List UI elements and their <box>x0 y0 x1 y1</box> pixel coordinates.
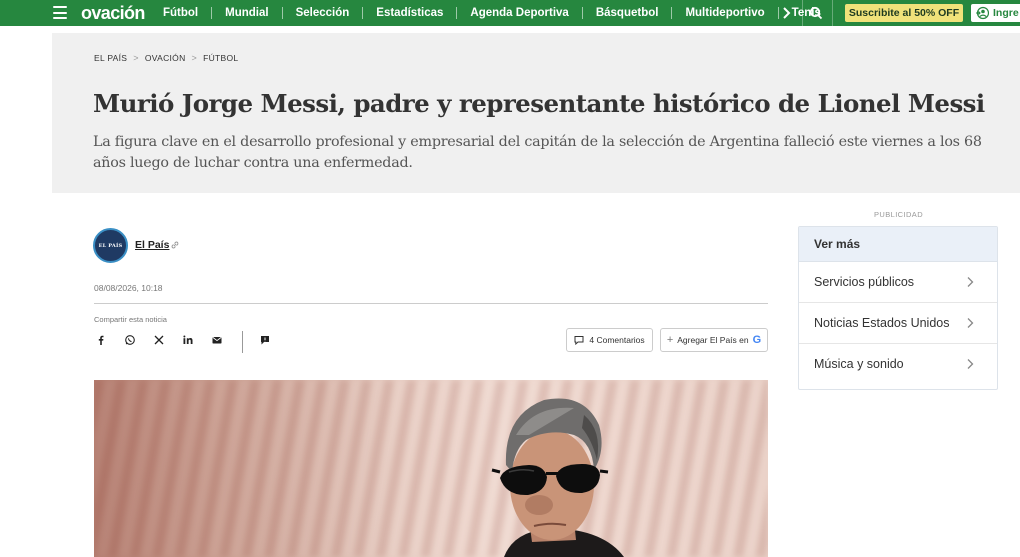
nav-divider <box>832 0 833 26</box>
chevron-right-icon <box>967 359 974 369</box>
jorge-messi-photo <box>491 398 624 557</box>
ver-mas-item-servicios[interactable]: Servicios públicos <box>799 262 997 303</box>
nav-link-basquetbol[interactable]: Básquetbol <box>583 0 672 26</box>
subscribe-button[interactable]: Suscribite al 50% OFF <box>845 4 963 22</box>
breadcrumb-separator: > <box>133 53 139 63</box>
avatar-text: EL PAÍS <box>98 242 123 249</box>
nav-link-agenda[interactable]: Agenda Deportiva <box>457 0 581 26</box>
ver-mas-item-musica[interactable]: Música y sonido <box>799 344 997 385</box>
author-name[interactable]: El País <box>135 239 169 251</box>
link-icon[interactable] <box>170 240 180 250</box>
article-subhead: La figura clave en el desarrollo profesi… <box>93 134 982 171</box>
plus-icon: + <box>666 334 674 346</box>
article-header: EL PAÍS > OVACIÓN > FÚTBOL Murió Jorge M… <box>52 33 1020 193</box>
ver-mas-title: Ver más <box>799 227 997 262</box>
nav-link-mundial[interactable]: Mundial <box>212 0 281 26</box>
chevron-right-icon <box>967 277 974 287</box>
top-navbar: ovación Fútbol Mundial Selección Estadís… <box>0 0 1020 26</box>
whatsapp-icon[interactable] <box>123 333 137 347</box>
ver-mas-item-label: Noticias Estados Unidos <box>814 316 950 330</box>
nav-link-seleccion[interactable]: Selección <box>283 0 363 26</box>
breadcrumb: EL PAÍS > OVACIÓN > FÚTBOL <box>94 53 238 63</box>
linkedin-icon[interactable] <box>181 333 195 347</box>
search-icon[interactable] <box>808 5 824 21</box>
article-timestamp: 08/08/2026, 10:18 <box>94 283 163 293</box>
breadcrumb-el-pais[interactable]: EL PAÍS <box>94 53 127 63</box>
menu-icon[interactable] <box>53 6 67 19</box>
nav-link-estadisticas[interactable]: Estadísticas <box>363 0 456 26</box>
ver-mas-item-label: Música y sonido <box>814 357 904 371</box>
nav-link-multideportivo[interactable]: Multideportivo <box>672 0 777 26</box>
author-avatar[interactable]: EL PAÍS <box>93 228 128 263</box>
share-label: Compartir esta noticia <box>94 315 167 324</box>
site-logo[interactable]: ovación <box>81 2 145 24</box>
comments-label: 4 Comentarios <box>589 335 645 345</box>
add-to-google-button[interactable]: + Agregar El País en G <box>660 328 768 352</box>
x-twitter-icon[interactable] <box>152 333 166 347</box>
article-headline: Murió Jorge Messi, padre y representante… <box>93 89 985 118</box>
facebook-icon[interactable] <box>94 333 108 347</box>
ad-label: PUBLICIDAD <box>874 210 924 219</box>
breadcrumb-separator: > <box>191 53 198 63</box>
email-icon[interactable] <box>210 333 224 347</box>
user-login-icon <box>976 6 989 20</box>
login-label: Ingre <box>993 7 1019 19</box>
divider <box>94 303 768 304</box>
breadcrumb-ovacion[interactable]: OVACIÓN <box>145 53 186 63</box>
comment-flag-icon[interactable] <box>258 333 272 347</box>
nav-link-futbol[interactable]: Fútbol <box>150 0 211 26</box>
share-separator <box>242 331 243 353</box>
article-photo[interactable] <box>94 380 768 557</box>
google-icon: G <box>752 334 762 346</box>
chevron-right-icon <box>967 318 974 328</box>
nav-divider <box>802 0 803 26</box>
breadcrumb-futbol[interactable]: FÚTBOL <box>203 53 238 63</box>
comment-icon <box>574 336 584 345</box>
chevron-right-icon[interactable] <box>778 5 794 21</box>
ver-mas-item-noticias[interactable]: Noticias Estados Unidos <box>799 303 997 344</box>
photo-shade <box>94 380 394 557</box>
ver-mas-panel: Ver más Servicios públicos Noticias Esta… <box>798 226 998 390</box>
comments-button[interactable]: 4 Comentarios <box>566 328 653 352</box>
google-label: Agregar El País en <box>677 335 749 345</box>
ver-mas-item-label: Servicios públicos <box>814 275 915 289</box>
login-button[interactable]: Ingre <box>971 4 1020 22</box>
nav-links: Fútbol Mundial Selección Estadísticas Ag… <box>150 0 834 26</box>
